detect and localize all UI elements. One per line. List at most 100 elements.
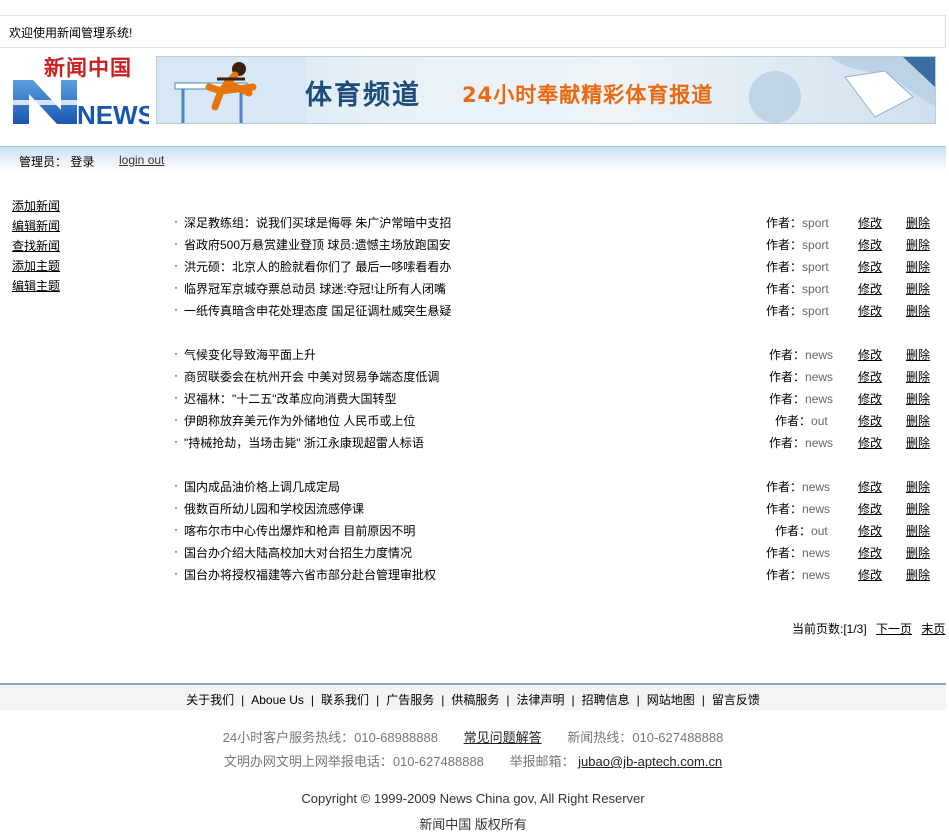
bullet-icon: ·: [174, 236, 178, 250]
footer-hotline-line: 24小时客户服务热线：010-68988888 常见问题解答 新闻热线：010-…: [0, 727, 946, 746]
news-title[interactable]: 商贸联委会在杭州开会 中美对贸易争端态度低调: [184, 368, 439, 385]
news-title[interactable]: 气候变化导致海平面上升: [184, 346, 316, 363]
bullet-icon: ·: [174, 522, 178, 536]
footer-nav-item[interactable]: Aboue Us: [251, 693, 304, 707]
footer-nav-item[interactable]: 法律声明: [516, 693, 564, 707]
footer-report-line: 文明办网文明上网举报电话：010-627488888 举报邮箱： jubao@j…: [0, 751, 946, 770]
news-row: · 俄数百所幼儿园和学校因流感停课 作者：news 修改 删除: [174, 497, 935, 519]
news-author: 作者：news: [769, 434, 833, 451]
news-row: · 深足教练组：说我们买球是侮辱 朱广沪常暗中支招 作者：sport 修改 删除: [174, 211, 935, 233]
bullet-icon: ·: [174, 500, 178, 514]
last-page-link[interactable]: 末页: [921, 622, 945, 636]
news-author: 作者：sport: [766, 302, 829, 319]
news-group: · 深足教练组：说我们买球是侮辱 朱广沪常暗中支招 作者：sport 修改 删除 · 省政府…: [174, 211, 935, 321]
news-title[interactable]: 深足教练组：说我们买球是侮辱 朱广沪常暗中支招: [184, 214, 451, 231]
news-logo-graphic: NEWS: [11, 80, 149, 128]
edit-link[interactable]: 修改: [858, 214, 882, 231]
edit-link[interactable]: 修改: [858, 412, 882, 429]
edit-link[interactable]: 修改: [858, 368, 882, 385]
author-value: news: [802, 546, 831, 560]
author-label: 作者：: [766, 260, 803, 274]
delete-link[interactable]: 删除: [906, 522, 930, 539]
edit-link[interactable]: 修改: [858, 522, 882, 539]
footer-nav-item[interactable]: 广告服务: [386, 693, 434, 707]
sidebar-item-edit-topic[interactable]: 编辑主题: [12, 278, 60, 298]
author-label: 作者：: [769, 436, 806, 450]
service-hotline: 24小时客户服务热线：010-68988888: [222, 730, 438, 745]
delete-link[interactable]: 删除: [906, 258, 930, 275]
news-title[interactable]: 省政府500万悬赏建业登顶 球员:遗憾主场放跑国安: [184, 236, 451, 253]
delete-link[interactable]: 删除: [906, 390, 930, 407]
news-title[interactable]: 喀布尔市中心传出爆炸和枪声 目前原因不明: [184, 522, 415, 539]
edit-link[interactable]: 修改: [858, 236, 882, 253]
faq-link[interactable]: 常见问题解答: [464, 730, 542, 745]
delete-link[interactable]: 删除: [906, 478, 930, 495]
delete-link[interactable]: 删除: [906, 434, 930, 451]
author-value: news: [805, 370, 834, 384]
edit-link[interactable]: 修改: [858, 258, 882, 275]
sidebar-item-edit-news[interactable]: 编辑新闻: [12, 218, 60, 238]
news-author: 作者：out: [775, 522, 828, 539]
footer-nav-item[interactable]: 网站地图: [647, 693, 695, 707]
bullet-icon: ·: [174, 346, 178, 360]
news-author: 作者：news: [766, 478, 830, 495]
news-row: · 国台办介绍大陆高校加大对台招生力度情况 作者：news 修改 删除: [174, 541, 935, 563]
delete-link[interactable]: 删除: [906, 236, 930, 253]
author-value: sport: [802, 304, 829, 318]
site-logo: 新闻中国 NEWS: [11, 52, 149, 128]
delete-link[interactable]: 删除: [906, 500, 930, 517]
banner-slogan: 24小时奉献精彩体育报道: [462, 83, 714, 107]
news-title[interactable]: 国台办将授权福建等六省市部分赴台管理审批权: [184, 566, 436, 583]
author-value: out: [811, 414, 828, 428]
edit-link[interactable]: 修改: [858, 346, 882, 363]
footer-nav-item[interactable]: 关于我们: [186, 693, 234, 707]
footer-nav-item[interactable]: 供稿服务: [451, 693, 499, 707]
delete-link[interactable]: 删除: [906, 302, 930, 319]
delete-link[interactable]: 删除: [906, 280, 930, 297]
nav-separator: |: [571, 693, 575, 707]
news-title[interactable]: 洪元硕：北京人的脸就看你们了 最后一哆嗦看看办: [184, 258, 451, 275]
admin-bar: 管理员： 登录 login out: [0, 146, 946, 173]
bullet-icon: ·: [174, 214, 178, 228]
edit-link[interactable]: 修改: [858, 390, 882, 407]
news-author: 作者：out: [775, 412, 828, 429]
news-row: · 气候变化导致海平面上升 作者：news 修改 删除: [174, 343, 935, 365]
news-title[interactable]: 迟福林："十二五"改革应向消费大国转型: [184, 390, 397, 407]
news-title[interactable]: 伊朗称放弃美元作为外储地位 人民币或上位: [184, 412, 415, 429]
edit-link[interactable]: 修改: [858, 434, 882, 451]
news-title[interactable]: 临界冠军京城夺票总动员 球迷:夺冠!让所有人闭嘴: [184, 280, 446, 297]
footer-nav-item[interactable]: 留言反馈: [712, 693, 760, 707]
report-email-link[interactable]: jubao@jb-aptech.com.cn: [578, 754, 722, 769]
edit-link[interactable]: 修改: [858, 544, 882, 561]
edit-link[interactable]: 修改: [858, 478, 882, 495]
sidebar-item-add-topic[interactable]: 添加主题: [12, 258, 60, 278]
news-group: · 气候变化导致海平面上升 作者：news 修改 删除 · 商贸联委会在杭州开会 中美对贸易…: [174, 343, 935, 453]
edit-link[interactable]: 修改: [858, 566, 882, 583]
news-title[interactable]: 一纸传真暗含申花处理态度 国足征调杜威突生悬疑: [184, 302, 451, 319]
delete-link[interactable]: 删除: [906, 412, 930, 429]
delete-link[interactable]: 删除: [906, 368, 930, 385]
footer-nav-item[interactable]: 联系我们: [321, 693, 369, 707]
nav-separator: |: [506, 693, 510, 707]
edit-link[interactable]: 修改: [858, 280, 882, 297]
edit-link[interactable]: 修改: [858, 302, 882, 319]
author-label: 作者：: [769, 370, 806, 384]
admin-login-label: 管理员： 登录: [19, 155, 95, 169]
author-value: sport: [802, 260, 829, 274]
news-row: · 喀布尔市中心传出爆炸和枪声 目前原因不明 作者：out 修改 删除: [174, 519, 935, 541]
sidebar-item-add-news[interactable]: 添加新闻: [12, 198, 60, 218]
delete-link[interactable]: 删除: [906, 214, 930, 231]
sidebar-item-find-news[interactable]: 查找新闻: [12, 238, 60, 258]
logout-link[interactable]: login out: [119, 153, 164, 167]
edit-link[interactable]: 修改: [858, 500, 882, 517]
next-page-link[interactable]: 下一页: [876, 622, 912, 636]
footer-nav-item[interactable]: 招聘信息: [582, 693, 630, 707]
news-title[interactable]: 国台办介绍大陆高校加大对台招生力度情况: [184, 544, 412, 561]
delete-link[interactable]: 删除: [906, 566, 930, 583]
news-group: · 国内成品油价格上调几成定局 作者：news 修改 删除 · 俄数百所幼儿园和学校因流感停…: [174, 475, 935, 585]
delete-link[interactable]: 删除: [906, 346, 930, 363]
news-title[interactable]: 俄数百所幼儿园和学校因流感停课: [184, 500, 364, 517]
news-title[interactable]: "持械抢劫，当场击毙" 浙江永康现超雷人标语: [184, 434, 424, 451]
news-title[interactable]: 国内成品油价格上调几成定局: [184, 478, 340, 495]
delete-link[interactable]: 删除: [906, 544, 930, 561]
